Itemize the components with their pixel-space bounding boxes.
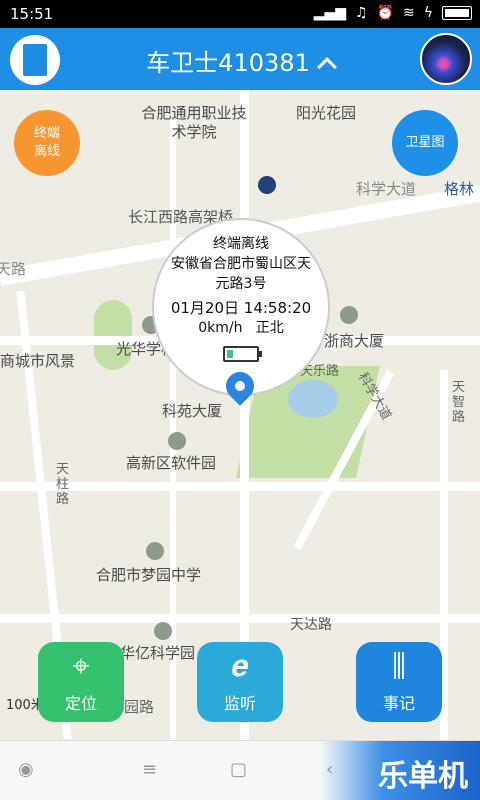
device-address: 安徽省合肥市蜀山区天元路3号 xyxy=(171,256,311,292)
mute-icon: ♫ xyxy=(355,5,368,21)
listen-label: 监听 xyxy=(223,694,256,713)
map-label: 合肥市梦园中学 xyxy=(96,566,202,584)
battery-icon xyxy=(442,6,472,20)
lake xyxy=(288,380,338,418)
metro-icon xyxy=(258,176,276,194)
poi-icon xyxy=(146,542,164,560)
map-label: 天达路 xyxy=(290,617,332,633)
satellite-view-button[interactable]: 卫星图 xyxy=(392,110,458,176)
map-label: 华亿科学园 xyxy=(120,644,196,662)
device-info-bubble[interactable]: 终端离线 安徽省合肥市蜀山区天元路3号 01月20日 14:58:20 0km/… xyxy=(152,218,330,396)
map-label: 天柱路 xyxy=(56,462,70,507)
device-title-dropdown[interactable]: 车卫士410381 xyxy=(0,43,480,78)
map-label: 科学大道 xyxy=(356,180,417,198)
avatar[interactable] xyxy=(420,33,472,85)
location-icon: ⌖ xyxy=(72,649,90,684)
charging-icon: ϟ xyxy=(423,5,433,21)
map-label: 浙商大厦 xyxy=(324,332,385,350)
device-datetime: 01月20日 14:58:20 xyxy=(170,299,312,317)
assist-icon[interactable]: ◉ xyxy=(18,759,34,780)
wifi-icon: ≋ xyxy=(403,5,415,21)
battery-level xyxy=(227,350,233,358)
map-label: 园路 xyxy=(124,698,155,716)
poi-icon xyxy=(154,622,172,640)
satellite-view-label: 卫星图 xyxy=(405,135,445,150)
chevron-up-icon xyxy=(316,57,337,77)
watermark-logo: 乐单机 xyxy=(320,741,480,800)
home-icon[interactable]: ▢ xyxy=(230,759,247,780)
device-speed-direction: 0km/h 正北 xyxy=(198,320,284,336)
device-title: 车卫士410381 xyxy=(146,49,310,77)
offline-status-button[interactable]: 终端离线 xyxy=(14,110,80,176)
log-button[interactable]: ⫼ 事记 xyxy=(356,642,442,722)
map-label: 阳光花园 xyxy=(296,104,357,122)
sliders-icon: ⫼ xyxy=(392,649,406,684)
map-label: 天智路 xyxy=(452,380,466,425)
locate-label: 定位 xyxy=(64,694,97,713)
park-area xyxy=(94,300,132,370)
listen-button[interactable]: 𝒆 监听 xyxy=(197,642,283,722)
app-header: 车卫士410381 xyxy=(0,28,480,90)
map-label: 商城市风景 xyxy=(0,352,76,370)
map-label: 合肥通用职业技术学院 xyxy=(141,104,247,141)
device-status: 终端离线 xyxy=(213,236,269,252)
alarm-icon: ⏰ xyxy=(376,5,395,21)
map-label: 天路 xyxy=(0,260,27,278)
status-bar: 15:51 ▂▄▆ ♫ ⏰ ≋ ϟ xyxy=(0,0,480,28)
offline-status-label: 终端离线 xyxy=(33,126,60,159)
status-time: 15:51 xyxy=(10,5,54,23)
ear-icon: 𝒆 xyxy=(231,649,249,684)
system-nav-bar: ◉ ≡ ▢ ‹ 乐单机 xyxy=(0,740,480,800)
watermark-text: 乐单机 xyxy=(378,759,468,794)
menu-icon[interactable]: ≡ xyxy=(142,759,157,780)
log-label: 事记 xyxy=(382,694,415,713)
signal-icon: ▂▄▆ xyxy=(313,5,347,21)
map-label: 格林 xyxy=(444,180,475,198)
device-battery-icon xyxy=(223,346,262,362)
poi-icon xyxy=(168,432,186,450)
map-label: 科苑大厦 xyxy=(162,402,223,420)
map-view[interactable]: 合肥通用职业技术学院 阳光花园 科学大道 格林 长江西路高架桥 天路 光华学校 … xyxy=(0,90,480,740)
locate-button[interactable]: ⌖ 定位 xyxy=(38,642,124,722)
map-label: 高新区软件园 xyxy=(126,454,217,472)
poi-icon xyxy=(340,306,358,324)
